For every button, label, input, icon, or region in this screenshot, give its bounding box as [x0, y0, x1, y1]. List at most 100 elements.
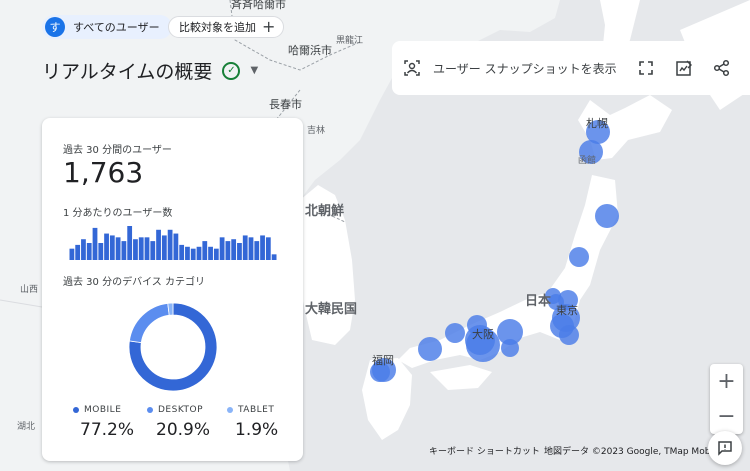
view-snapshot-button[interactable]: ユーザー スナップショットを表示: [433, 60, 617, 77]
minute-bar[interactable]: [98, 243, 104, 260]
minute-bar[interactable]: [202, 241, 208, 260]
device-donut-chart[interactable]: [127, 301, 219, 393]
minute-bar[interactable]: [115, 237, 121, 260]
map-zoom-controls: + −: [710, 364, 743, 434]
share-icon[interactable]: [709, 55, 735, 81]
minute-bar[interactable]: [161, 235, 167, 260]
users-30min-label: 過去 30 分間のユーザー: [63, 145, 172, 156]
minute-bar[interactable]: [173, 233, 179, 260]
location-bubble[interactable]: [595, 204, 619, 228]
legend-desktop: DESKTOP: [147, 405, 203, 415]
minute-bar[interactable]: [208, 246, 213, 260]
legend-dot-desktop: [147, 407, 153, 413]
minute-bar[interactable]: [69, 248, 75, 260]
page-title-row: リアルタイムの概要 ✓ ▼: [42, 57, 258, 84]
location-bubble[interactable]: [445, 323, 465, 343]
snapshot-icon[interactable]: [399, 55, 425, 81]
minute-bar[interactable]: [133, 239, 138, 260]
fullscreen-icon[interactable]: [633, 55, 659, 81]
map-label-heilongjiang: 黒龍江: [336, 36, 364, 46]
minute-bar[interactable]: [242, 235, 248, 260]
users-per-minute-chart[interactable]: [69, 226, 277, 260]
plus-icon: +: [262, 17, 276, 36]
legend-desktop-label: DESKTOP: [158, 405, 204, 415]
check-circle-icon[interactable]: ✓: [222, 61, 241, 80]
donut-slice-desktop[interactable]: [128, 302, 170, 344]
minute-bar[interactable]: [219, 237, 225, 260]
minute-bar[interactable]: [260, 235, 265, 260]
minute-bar[interactable]: [213, 248, 219, 260]
map-label-tokyo: 東京: [556, 304, 578, 317]
minute-bar[interactable]: [190, 248, 196, 260]
map-label-hubei: 湖北: [17, 422, 36, 432]
map-label-north-korea: 北朝鮮: [305, 204, 345, 219]
minute-bar[interactable]: [254, 241, 260, 260]
legend-dot-mobile: [73, 407, 79, 413]
add-comparison-button[interactable]: 比較対象を追加 +: [168, 16, 285, 38]
minute-bar[interactable]: [167, 229, 173, 260]
audience-avatar: す: [45, 17, 65, 37]
feedback-button[interactable]: [708, 431, 742, 465]
minute-bar[interactable]: [121, 241, 127, 260]
location-bubble[interactable]: [418, 337, 442, 361]
audience-chip[interactable]: す すべてのユーザー: [42, 15, 172, 39]
minute-bar[interactable]: [138, 237, 144, 260]
map-label-osaka: 大阪: [472, 328, 494, 341]
desktop-percent: 20.9%: [156, 420, 211, 440]
device-category-label: 過去 30 分のデバイス カテゴリ: [63, 277, 205, 288]
keyboard-shortcuts-link[interactable]: キーボード ショートカット: [429, 444, 540, 457]
minute-bar[interactable]: [81, 239, 86, 260]
minute-bar[interactable]: [156, 229, 161, 260]
users-30min-value: 1,763: [63, 156, 144, 189]
minute-bar[interactable]: [75, 244, 81, 260]
minute-bar[interactable]: [265, 237, 271, 260]
report-toolbar: ユーザー スナップショットを表示: [392, 41, 750, 95]
minute-bar[interactable]: [150, 241, 156, 260]
page-title: リアルタイムの概要: [42, 61, 213, 83]
tablet-percent: 1.9%: [235, 420, 279, 440]
map-label-korea: 大韓民国: [305, 302, 358, 317]
location-bubble[interactable]: [501, 339, 519, 357]
minute-bar[interactable]: [179, 244, 185, 260]
legend-tablet: TABLET: [227, 405, 274, 415]
minute-bar[interactable]: [185, 246, 190, 260]
map-label-fukuoka: 福岡: [372, 354, 394, 367]
feedback-icon: [718, 441, 732, 456]
legend-mobile-label: MOBILE: [84, 405, 122, 415]
zoom-out-button[interactable]: −: [710, 399, 743, 434]
audience-chip-label: すべてのユーザー: [73, 21, 160, 34]
chevron-down-icon[interactable]: ▼: [250, 65, 258, 76]
legend-mobile: MOBILE: [73, 405, 121, 415]
map-label-changchun: 長春市: [269, 98, 302, 111]
legend-tablet-label: TABLET: [238, 405, 275, 415]
mobile-percent: 77.2%: [80, 420, 135, 440]
map-data-attribution: 地図データ ©2023 Google, TMap Mobility: [544, 447, 727, 457]
minute-bar[interactable]: [144, 237, 150, 260]
minute-bar[interactable]: [225, 241, 231, 260]
minute-bar[interactable]: [86, 243, 92, 260]
edit-chart-icon[interactable]: [671, 55, 697, 81]
map-label-shanxi: 山西: [20, 285, 39, 295]
minute-bar[interactable]: [127, 226, 133, 260]
minute-bar[interactable]: [231, 239, 237, 260]
minute-bar[interactable]: [248, 237, 254, 260]
minute-bar[interactable]: [237, 243, 242, 260]
zoom-in-button[interactable]: +: [710, 364, 743, 399]
minute-bar[interactable]: [196, 246, 202, 260]
map-label-harbin: 哈爾浜市: [288, 44, 332, 57]
realtime-summary-card: 過去 30 分間のユーザー 1,763 1 分あたりのユーザー数 過去 30 分…: [42, 118, 303, 461]
legend-dot-tablet: [227, 407, 233, 413]
add-comparison-label: 比較対象を追加: [179, 21, 256, 34]
users-per-minute-label: 1 分あたりのユーザー数: [63, 208, 173, 219]
map-label-qiqihar: 斉斉哈爾市: [231, 0, 286, 11]
map-label-japan: 日本: [525, 294, 552, 309]
minute-bar[interactable]: [92, 227, 98, 260]
map-label-hakodate: 函館: [578, 156, 597, 166]
minute-bar[interactable]: [104, 233, 109, 260]
map-label-jilin: 吉林: [307, 126, 326, 136]
minute-bar[interactable]: [271, 254, 277, 260]
map-label-sapporo: 札幌: [586, 117, 608, 130]
location-bubble[interactable]: [569, 247, 589, 267]
minute-bar[interactable]: [109, 235, 115, 260]
location-bubble[interactable]: [559, 325, 579, 345]
